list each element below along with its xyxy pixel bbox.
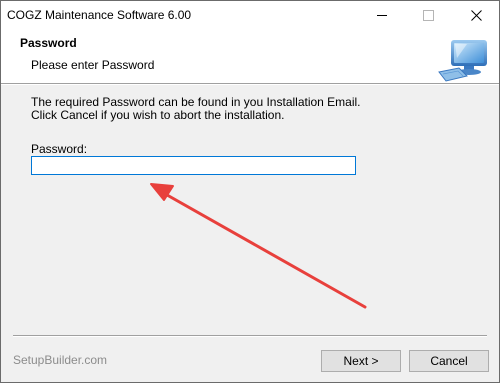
minimize-button[interactable] — [359, 1, 405, 30]
footer-separator — [13, 335, 487, 337]
page-subtitle: Please enter Password — [31, 58, 155, 72]
info-line-2: Click Cancel if you wish to abort the in… — [31, 108, 285, 122]
close-button[interactable] — [453, 1, 499, 30]
header-separator — [1, 83, 499, 85]
brand-label: SetupBuilder.com — [13, 353, 108, 367]
password-label: Password: — [31, 142, 88, 156]
computer-monitor-icon — [438, 40, 487, 82]
maximize-icon — [422, 10, 434, 21]
minimize-icon — [377, 15, 387, 16]
next-button[interactable]: Next > — [321, 350, 401, 372]
page-title: Password — [20, 36, 77, 50]
wizard-header: Password Please enter Password — [1, 30, 499, 83]
info-text: The required Password can be found in yo… — [31, 96, 361, 122]
maximize-button — [405, 1, 451, 30]
title-bar[interactable]: COGZ Maintenance Software 6.00 — [1, 1, 499, 30]
close-icon — [470, 10, 482, 21]
cancel-button[interactable]: Cancel — [409, 350, 489, 372]
window-title: COGZ Maintenance Software 6.00 — [7, 8, 192, 22]
installer-window: COGZ Maintenance Software 6.00 Password … — [0, 0, 500, 383]
password-input[interactable] — [31, 156, 356, 175]
